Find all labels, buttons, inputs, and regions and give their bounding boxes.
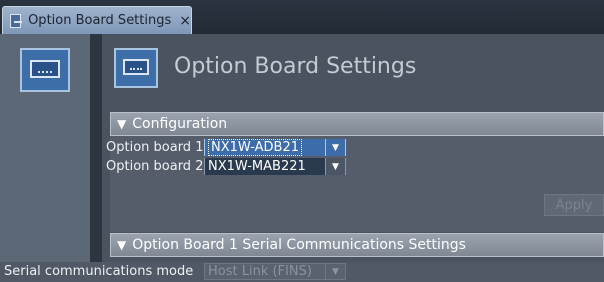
tab-option-board-settings[interactable]: Option Board Settings × [2,6,192,34]
chevron-down-icon: ▼ [325,263,345,280]
chevron-down-icon[interactable]: ▼ [325,158,345,175]
expand-icon[interactable]: ▼ [117,238,126,252]
option-board-icon [10,13,23,28]
option-board-2-value: NX1W-MAB221 [205,158,325,175]
serial-mode-row: Serial communications mode Host Link (FI… [0,262,604,282]
section-title: Configuration [132,116,228,132]
tab-label: Option Board Settings [28,13,172,28]
serial-mode-select: Host Link (FINS) ▼ [204,263,346,280]
option-board-2-label: Option board 2 [106,159,204,174]
section-configuration[interactable]: ▼ Configuration [110,112,604,136]
serial-mode-value: Host Link (FINS) [208,264,312,279]
option-board-2-select[interactable]: NX1W-MAB221 ▼ [204,158,346,175]
apply-button[interactable]: Apply [544,194,604,216]
section-serial-communications[interactable]: ▼ Option Board 1 Serial Communications S… [110,233,604,257]
tab-bar: Option Board Settings × [0,0,604,34]
serial-mode-label: Serial communications mode [4,264,194,279]
option-board-2-row: Option board 2 NX1W-MAB221 ▼ [106,158,346,175]
option-board-1-row: Option board 1 NX1W-ADB21 ▼ [106,139,346,156]
option-board-icon [114,48,158,88]
section-title: Option Board 1 Serial Communications Set… [132,237,466,253]
expand-icon[interactable]: ▼ [117,117,126,131]
chevron-down-icon[interactable]: ▼ [325,139,345,156]
panel-separator [90,34,102,282]
option-board-1-label: Option board 1 [106,140,204,155]
option-board-1-select[interactable]: NX1W-ADB21 ▼ [204,139,346,156]
left-panel [0,34,90,282]
option-board-icon [20,48,70,92]
option-board-1-value: NX1W-ADB21 [208,139,302,156]
close-icon[interactable]: × [179,13,191,29]
settings-content: Option Board Settings ▼ Configuration Op… [102,34,604,282]
page-title: Option Board Settings [174,54,417,79]
